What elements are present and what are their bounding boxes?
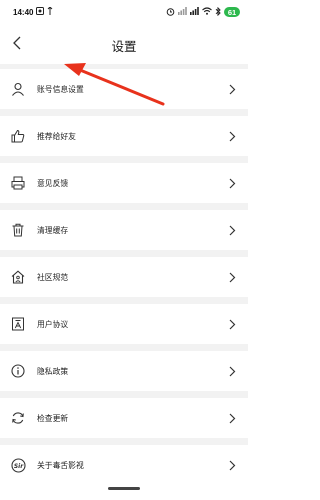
settings-item-community-rules[interactable]: 社区规范 [0, 257, 248, 297]
settings-item-label: 意见反馈 [37, 178, 69, 188]
status-time: 14:40 [13, 7, 34, 17]
sir-logo-icon: Sir [10, 457, 26, 473]
house-icon [10, 269, 26, 285]
chevron-right-icon [226, 176, 238, 190]
status-bar: 14:40 61 [0, 0, 248, 24]
settings-item-about[interactable]: Sir 关于毒舌影视 [0, 445, 248, 485]
settings-item-check-update[interactable]: 检查更新 [0, 398, 248, 438]
settings-item-recommend[interactable]: 推荐给好友 [0, 116, 248, 156]
header: 设置 [0, 24, 248, 64]
section-divider [0, 156, 248, 163]
status-right: 61 [166, 6, 240, 18]
settings-item-label: 隐私政策 [37, 366, 69, 376]
home-indicator [108, 487, 140, 490]
settings-item-label: 关于毒舌影视 [37, 460, 84, 470]
chevron-right-icon [226, 411, 238, 425]
chevron-right-icon [226, 317, 238, 331]
page-title: 设置 [111, 40, 137, 54]
photo-icon [36, 7, 45, 17]
section-divider [0, 438, 248, 445]
settings-item-label: 社区规范 [37, 272, 69, 282]
info-icon [10, 363, 26, 379]
chevron-right-icon [226, 364, 238, 378]
section-divider [0, 344, 248, 351]
section-divider [0, 250, 248, 257]
chevron-right-icon [226, 129, 238, 143]
settings-item-privacy-policy[interactable]: 隐私政策 [0, 351, 248, 391]
signal-icon [178, 7, 187, 17]
chevron-right-icon [226, 82, 238, 96]
person-icon [10, 81, 26, 97]
section-divider [0, 203, 248, 210]
settings-item-label: 推荐给好友 [37, 131, 76, 141]
section-divider [0, 297, 248, 304]
settings-item-label: 清理缓存 [37, 225, 69, 235]
section-divider [0, 391, 248, 398]
battery-indicator: 61 [224, 7, 240, 17]
settings-item-clear-cache[interactable]: 清理缓存 [0, 210, 248, 250]
bluetooth-icon [215, 6, 221, 18]
agreement-document-icon [10, 316, 26, 332]
section-divider [0, 109, 248, 116]
chevron-right-icon [226, 223, 238, 237]
alarm-icon [166, 7, 175, 18]
settings-list: 账号信息设置 推荐给好友 意见反馈 清理缓存 社区规范 用户协议 隐私政策 检查… [0, 69, 248, 485]
settings-item-label: 用户协议 [37, 319, 69, 329]
settings-item-user-agreement[interactable]: 用户协议 [0, 304, 248, 344]
chevron-right-icon [226, 458, 238, 472]
signal-alt-icon [47, 6, 53, 17]
status-left: 14:40 [13, 6, 53, 17]
settings-item-label: 账号信息设置 [37, 84, 84, 94]
feedback-printer-icon [10, 175, 26, 191]
settings-item-account[interactable]: 账号信息设置 [0, 69, 248, 109]
svg-text:Sir: Sir [13, 463, 23, 470]
refresh-icon [10, 410, 26, 426]
wifi-icon [202, 7, 212, 17]
settings-item-label: 检查更新 [37, 413, 69, 423]
chevron-right-icon [226, 270, 238, 284]
settings-item-feedback[interactable]: 意见反馈 [0, 163, 248, 203]
thumbs-up-icon [10, 128, 26, 144]
signal-icon [190, 7, 199, 17]
trash-icon [10, 222, 26, 238]
